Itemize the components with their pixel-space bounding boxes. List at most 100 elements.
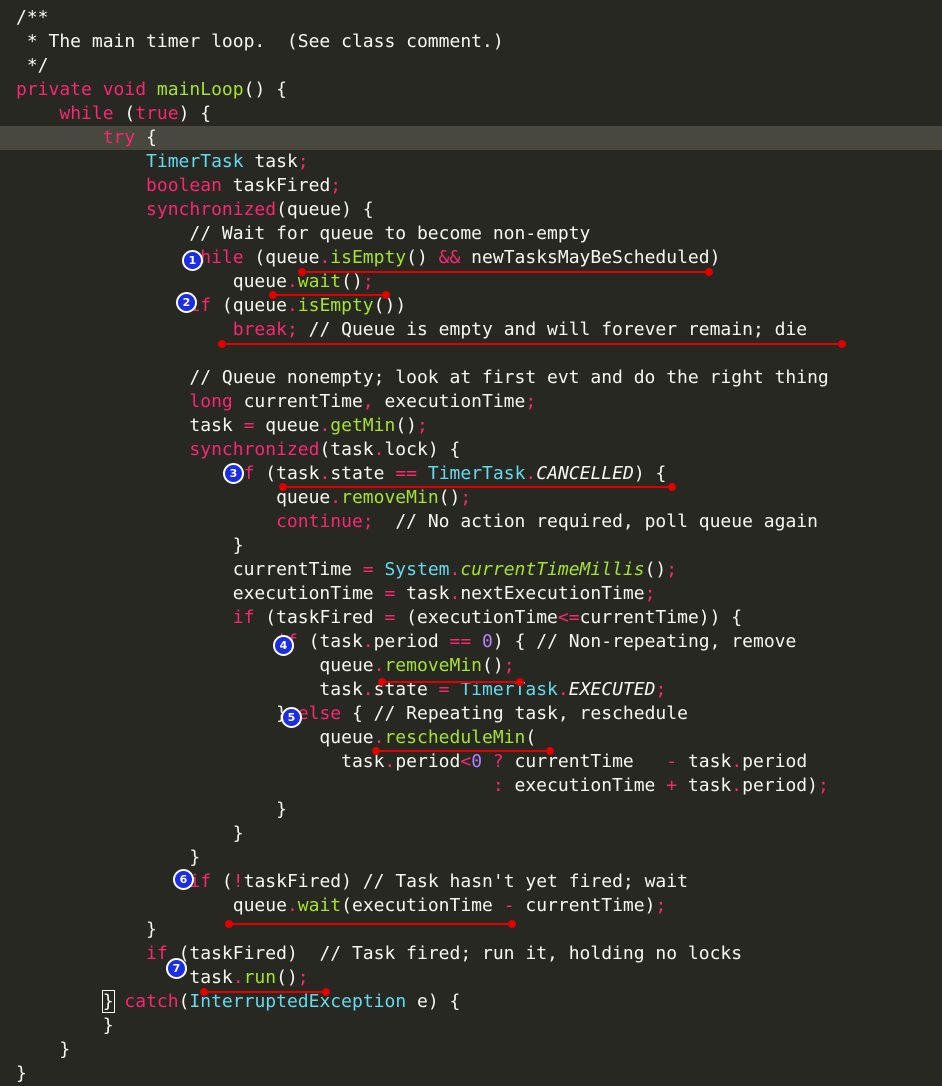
code-token: executionTime: [503, 775, 667, 796]
code-token: lock) {: [384, 439, 461, 460]
keyword-token: long: [189, 391, 233, 412]
operator-token: .: [330, 487, 342, 508]
code-token: }: [16, 703, 298, 724]
operator-token: .: [319, 463, 331, 484]
function-token: run: [243, 967, 277, 988]
code-line[interactable]: [0, 342, 942, 366]
code-token: currentTime: [232, 391, 363, 412]
code-line[interactable]: if (taskFired) // Task fired; run it, ho…: [0, 942, 942, 966]
code-token: (): [395, 415, 418, 436]
code-token: }: [16, 1015, 114, 1036]
code-token: }: [16, 799, 287, 820]
code-line[interactable]: break; // Queue is empty and will foreve…: [0, 318, 942, 342]
code-line[interactable]: /**: [0, 6, 942, 30]
code-line[interactable]: private void mainLoop() {: [0, 78, 942, 102]
operator-token: .: [362, 679, 374, 700]
code-line[interactable]: TimerTask task;: [0, 150, 942, 174]
code-line[interactable]: if (!taskFired) // Task hasn't yet fired…: [0, 870, 942, 894]
code-line[interactable]: while (queue.isEmpty() && newTasksMayBeS…: [0, 246, 942, 270]
code-token: currentTime): [514, 895, 656, 916]
code-token: (: [113, 103, 136, 124]
code-line[interactable]: boolean taskFired;: [0, 174, 942, 198]
comment-token: // No action required, poll queue again: [395, 511, 818, 532]
highlight-underline: [279, 483, 676, 491]
code-line[interactable]: }: [0, 534, 942, 558]
operator-token: ?: [492, 751, 504, 772]
code-token: (): [276, 967, 298, 988]
operator-token: ==: [449, 631, 472, 652]
code-token: task: [16, 415, 244, 436]
operator-token: .: [286, 271, 298, 292]
code-line[interactable]: currentTime = System.currentTimeMillis()…: [0, 558, 942, 582]
code-token: ) {: [178, 103, 212, 124]
code-line[interactable]: queue.rescheduleMin(: [0, 726, 942, 750]
keyword-token: if: [146, 943, 168, 964]
code-token: period: [742, 751, 808, 772]
code-line[interactable]: }: [0, 822, 942, 846]
highlight-underline: [298, 268, 713, 276]
code-token: {: [341, 703, 374, 724]
code-token: }: [16, 847, 201, 868]
code-line[interactable]: }: [0, 1062, 942, 1086]
comment-token: // Repeating task, reschedule: [373, 703, 688, 724]
comment-token: // Queue is empty and will forever remai…: [308, 319, 808, 340]
code-line[interactable]: }: [0, 846, 942, 870]
code-editor[interactable]: /** * The main timer loop. (See class co…: [0, 0, 942, 1084]
code-token: period): [742, 775, 818, 796]
code-line[interactable]: }: [0, 1014, 942, 1038]
code-line[interactable]: task.run();: [0, 966, 942, 990]
code-token: (taskFired: [254, 607, 385, 628]
operator-token: ;: [655, 679, 667, 700]
operator-token: ;: [644, 583, 656, 604]
comment-token: * The main timer loop. (See class commen…: [16, 31, 504, 52]
code-line[interactable]: if (task.state == TimerTask.CANCELLED) {: [0, 462, 942, 486]
code-line[interactable]: * The main timer loop. (See class commen…: [0, 30, 942, 54]
code-line[interactable]: queue.wait();: [0, 270, 942, 294]
code-line[interactable]: if (taskFired = (executionTime<=currentT…: [0, 606, 942, 630]
code-line[interactable]: } catch(InterruptedException e) {: [0, 990, 942, 1014]
operator-token: =: [362, 559, 374, 580]
code-line[interactable]: task.period<0 ? currentTime - task.perio…: [0, 750, 942, 774]
code-line[interactable]: // Wait for queue to become non-empty: [0, 222, 942, 246]
code-token: }: [16, 1063, 27, 1084]
code-line[interactable]: while (true) {: [0, 102, 942, 126]
code-line[interactable]: queue.wait(executionTime - currentTime);: [0, 894, 942, 918]
code-line[interactable]: long currentTime, executionTime;: [0, 390, 942, 414]
code-line[interactable]: // Queue nonempty; look at first evt and…: [0, 366, 942, 390]
current-code-line[interactable]: try {: [0, 126, 942, 150]
code-token: task: [16, 967, 233, 988]
type-token: TimerTask: [427, 463, 526, 484]
code-token: currentTime)) {: [579, 607, 743, 628]
code-token: (executionTime: [395, 607, 558, 628]
code-token: queue: [16, 895, 287, 916]
code-line[interactable]: continue; // No action required, poll qu…: [0, 510, 942, 534]
code-line[interactable]: synchronized(queue) {: [0, 198, 942, 222]
code-line[interactable]: queue.removeMin();: [0, 486, 942, 510]
code-line[interactable]: */: [0, 54, 942, 78]
code-line[interactable]: queue.removeMin();: [0, 654, 942, 678]
code-line[interactable]: }: [0, 798, 942, 822]
operator-token: ;: [666, 559, 678, 580]
operator-token: ;: [817, 775, 829, 796]
operator-token: ;: [655, 895, 667, 916]
code-line[interactable]: } else { // Repeating task, reschedule: [0, 702, 942, 726]
function-token: removeMin: [341, 487, 439, 508]
code-line[interactable]: if (task.period == 0) { // Non-repeating…: [0, 630, 942, 654]
code-line[interactable]: }: [0, 1038, 942, 1062]
code-token: queue: [16, 655, 374, 676]
code-line[interactable]: synchronized(task.lock) {: [0, 438, 942, 462]
code-line[interactable]: executionTime = task.nextExecutionTime;: [0, 582, 942, 606]
code-line[interactable]: : executionTime + task.period);: [0, 774, 942, 798]
code-line[interactable]: if (queue.isEmpty()): [0, 294, 942, 318]
code-line[interactable]: task = queue.getMin();: [0, 414, 942, 438]
comment-token: // Task fired; run it, holding no locks: [319, 943, 743, 964]
operator-token: <=: [557, 607, 580, 628]
code-line[interactable]: }: [0, 918, 942, 942]
